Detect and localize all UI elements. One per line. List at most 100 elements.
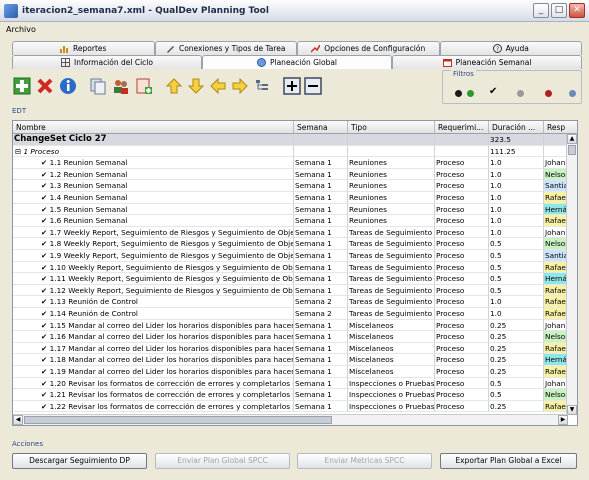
cell-tipo: Inspecciones o Pruebas [348, 377, 435, 390]
cell-req: Proceso [435, 296, 489, 308]
col-header-requerimiento[interactable]: Requerimi... [435, 121, 489, 134]
pencil-icon [166, 46, 174, 53]
col-header-responsable[interactable]: Resp [544, 121, 577, 134]
tab-ayuda[interactable]: ? Ayuda [439, 41, 582, 55]
close-button[interactable]: ✕ [569, 3, 585, 18]
table-row[interactable]: ✔ 1.1 Reunion Semanal Semana 1 Reuniones Pr… [13, 157, 567, 169]
cell-resp: Rafael [544, 308, 567, 320]
table-row[interactable]: ✔ 1.14 Reunión de Control Semana 2 Tareas … [13, 308, 567, 320]
check-icon: ✔ [41, 332, 50, 342]
col-header-duracion[interactable]: Duración ... [489, 121, 544, 134]
table-row[interactable]: ChangeSet Ciclo 27 323.5 [13, 134, 567, 146]
check-icon: ✔ [41, 204, 50, 214]
exportar-excel-button[interactable]: Exportar Plan Global a Excel [440, 453, 577, 469]
table-row[interactable]: ✔ 1.22 Revisar los formatos de correcció… [13, 400, 567, 413]
tree-icon[interactable] [252, 76, 272, 96]
table-row[interactable]: ✔ 1.9 Weekly Report, Seguimiento de Ries… [13, 250, 567, 262]
cell-req: Proceso [435, 226, 489, 239]
cell-nombre: ✔ 1.15 Mandar al correo del Lider los ho… [13, 319, 294, 332]
tab-planeacion-global[interactable]: Planeación Global [202, 55, 392, 69]
globe-icon [256, 58, 266, 67]
cell-req: Proceso [435, 203, 489, 216]
table-row[interactable]: ✔ 1.6 Reunion Semanal Semana 1 Reuniones Pr… [13, 215, 567, 227]
tab-reportes[interactable]: Reportes [12, 41, 155, 55]
table-row[interactable]: ✔ 1.3 Reunion Semanal Semana 1 Reuniones Pr… [13, 180, 567, 192]
filter-dot-gray[interactable] [517, 90, 524, 97]
add-document-icon[interactable] [134, 76, 154, 96]
delete-icon[interactable] [35, 76, 55, 96]
table-row[interactable]: ✔ 1.18 Mandar al correo del Lider los ho… [13, 354, 567, 366]
arrow-down-icon[interactable] [186, 76, 206, 96]
menu-archivo[interactable]: Archivo [6, 25, 36, 34]
descargar-seguimiento-button[interactable]: Descargar Seguimiento DP [12, 453, 147, 469]
cell-nombre: ✔ 1.6 Reunion Semanal [13, 215, 294, 227]
info-icon[interactable] [58, 76, 78, 96]
arrow-right-icon[interactable] [230, 76, 250, 96]
users-icon[interactable] [111, 76, 131, 96]
col-header-nombre[interactable]: Nombre [13, 121, 294, 134]
table-row[interactable]: ✔ 1.19 Mandar al correo del Lider los ho… [13, 366, 567, 378]
cell-semana: Semana 1 [294, 215, 348, 227]
scroll-right-button[interactable]: ▶ [558, 415, 568, 425]
maximize-button[interactable]: □ [551, 3, 567, 18]
filter-dot-black[interactable] [455, 90, 462, 97]
table-row[interactable]: ✔ 1.11 Weekly Report, Seguimiento de Rie… [13, 273, 567, 285]
filter-dot-blue[interactable] [569, 90, 576, 97]
check-icon[interactable]: ✔ [489, 86, 497, 97]
table-row[interactable]: ✔ 1.16 Mandar al correo del Lider los ho… [13, 331, 567, 343]
scroll-thumb[interactable] [568, 145, 576, 155]
cell-nombre: ✔ 1.19 Mandar al correo del Lider los ho… [13, 366, 294, 378]
cell-tipo: Reuniones [348, 192, 435, 204]
table-row[interactable]: ✔ 1.20 Revisar los formatos de correcció… [13, 377, 567, 390]
check-icon: ✔ [41, 193, 50, 202]
table-row[interactable]: ✔ 1.15 Mandar al correo del Lider los ho… [13, 319, 567, 332]
table-row[interactable]: ⊟ 1 Proceso 111.25 [13, 145, 567, 158]
cell-nombre: ✔ 1.20 Revisar los formatos de correcció… [13, 377, 294, 390]
add-icon[interactable] [12, 76, 32, 96]
horizontal-scrollbar[interactable]: ◀ ▶ [13, 414, 568, 425]
cell-dur: 0.25 [489, 319, 544, 332]
tab-opciones[interactable]: Opciones de Configuración [297, 41, 440, 55]
table-row[interactable]: ✔ 1.13 Reunión de Control Semana 2 Tareas … [13, 296, 567, 308]
check-icon: ✔ [41, 378, 50, 388]
table-row[interactable]: ✔ 1.5 Reunion Semanal Semana 1 Reuniones Pr… [13, 203, 567, 216]
collapse-icon[interactable] [303, 76, 323, 96]
table-row[interactable]: ✔ 1.10 Weekly Report, Seguimiento de Rie… [13, 261, 567, 274]
tab-informacion-ciclo[interactable]: Información del Ciclo [12, 55, 202, 69]
scroll-thumb-horizontal[interactable] [24, 416, 332, 424]
enviar-metricas-button[interactable]: Enviar Metricas SPCC [297, 453, 432, 469]
col-header-semana[interactable]: Semana [294, 121, 348, 134]
cell-dur: 1.0 [489, 226, 544, 239]
arrow-left-icon[interactable] [208, 76, 228, 96]
filter-dot-red[interactable] [545, 90, 552, 97]
cell-tipo: Inspecciones o Pruebas [348, 389, 435, 401]
minimize-button[interactable]: _ [533, 3, 549, 18]
cell-tipo: Tareas de Seguimiento [348, 261, 435, 274]
arrow-up-icon[interactable] [164, 76, 184, 96]
copy-icon[interactable] [88, 76, 108, 96]
scroll-up-button[interactable]: ▲ [567, 134, 577, 144]
expand-icon[interactable] [282, 76, 302, 96]
scroll-left-button[interactable]: ◀ [13, 415, 23, 425]
table-row[interactable]: ✔ 1.8 Weekly Report, Seguimiento de Ries… [13, 238, 567, 250]
table-row[interactable]: ✔ 1.4 Reunion Semanal Semana 1 Reuniones Pr… [13, 192, 567, 204]
row-label: 1.1 Reunion Semanal [49, 158, 128, 168]
cell-nombre: ✔ 1.9 Weekly Report, Seguimiento de Ries… [13, 250, 294, 262]
table-row[interactable]: ✔ 1.12 Weekly Report, Seguimiento de Rie… [13, 284, 567, 297]
table-row[interactable]: ✔ 1.2 Reunion Semanal Semana 1 Reuniones Pr… [13, 168, 567, 181]
table-row[interactable]: ✔ 1.21 Revisar los formatos de correcció… [13, 389, 567, 401]
table-row[interactable]: ✔ 1.17 Mandar al correo del Lider los ho… [13, 342, 567, 355]
vertical-scrollbar[interactable]: ▲ ▼ [566, 134, 577, 415]
col-header-tipo[interactable]: Tipo [348, 121, 435, 134]
cell-resp: Santia [544, 180, 567, 192]
enviar-plan-global-button[interactable]: Enviar Plan Global SPCC [155, 453, 290, 469]
table-row[interactable]: ✔ 1.7 Weekly Report, Seguimiento de Ries… [13, 226, 567, 239]
tab-planeacion-semanal[interactable]: Planeación Semanal [392, 55, 582, 69]
filters-panel: Filtros ✔ [442, 70, 582, 104]
cell-tipo [348, 145, 435, 158]
tab-conexiones[interactable]: Conexiones y Tipos de Tarea [154, 41, 297, 55]
cell-tipo: Miscelaneos [348, 354, 435, 366]
filter-dot-green[interactable] [467, 90, 474, 97]
row-label: 1.14 Reunión de Control [49, 309, 138, 318]
scroll-down-button[interactable]: ▼ [567, 405, 577, 415]
